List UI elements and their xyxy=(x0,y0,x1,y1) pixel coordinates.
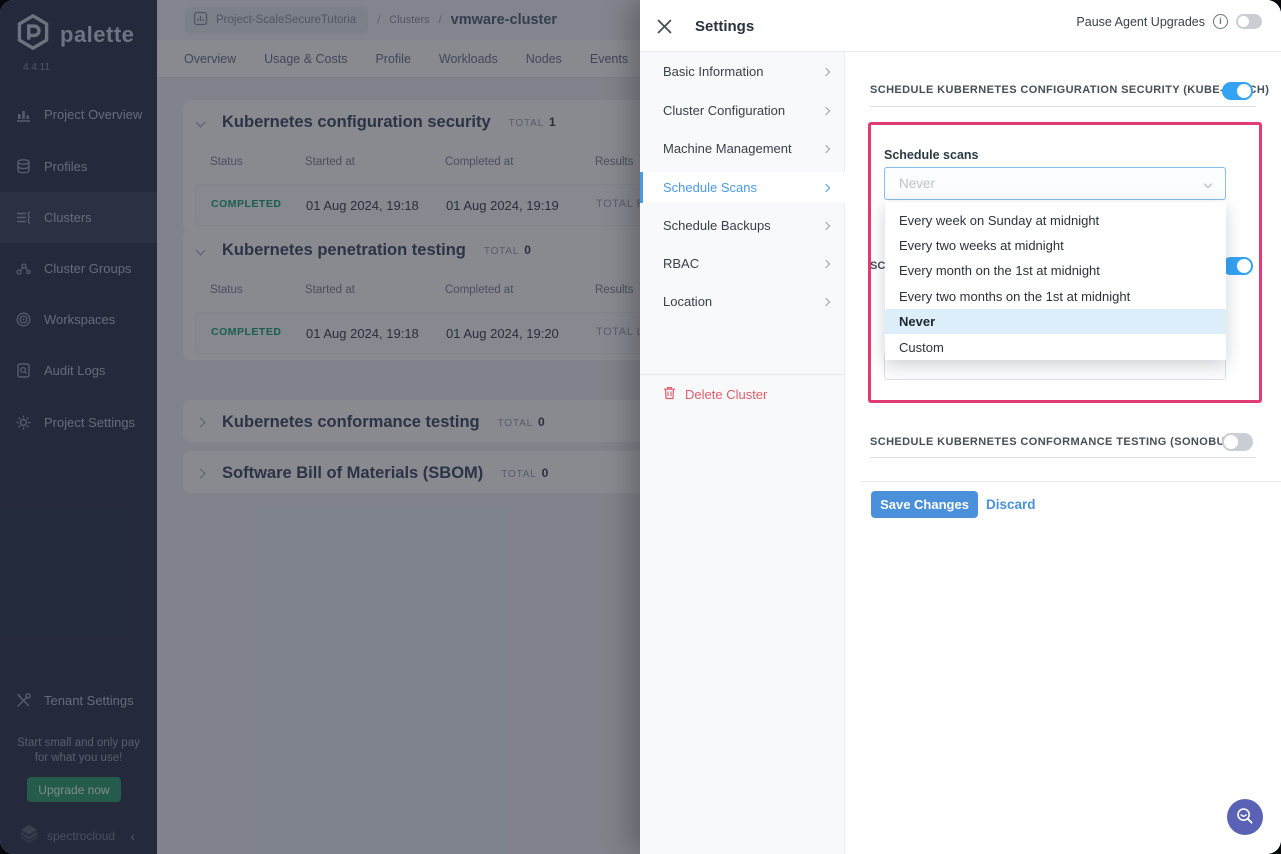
chevron-right-icon xyxy=(822,67,830,75)
menu-item-schedule-backups[interactable]: Schedule Backups xyxy=(640,210,845,241)
magnifier-smile-icon xyxy=(1235,806,1255,829)
kube-bench-toggle[interactable] xyxy=(1222,82,1253,100)
menu-divider xyxy=(640,374,845,375)
kube-bench-label: SCHEDULE KUBERNETES CONFIGURATION SECURI… xyxy=(870,84,1269,96)
feedback-search-button[interactable] xyxy=(1227,799,1263,835)
menu-item-schedule-scans[interactable]: Schedule Scans xyxy=(640,172,845,203)
settings-header: Settings Pause Agent Upgrades i xyxy=(640,0,1281,52)
option-never[interactable]: Never xyxy=(885,309,1226,334)
option-every-two-weeks[interactable]: Every two weeks at midnight xyxy=(885,233,1226,258)
option-every-two-months[interactable]: Every two months on the 1st at midnight xyxy=(885,284,1226,309)
pause-agent-upgrades: Pause Agent Upgrades i xyxy=(1076,14,1262,29)
divider xyxy=(870,106,1256,107)
close-icon[interactable] xyxy=(656,18,673,35)
menu-item-rbac[interactable]: RBAC xyxy=(640,248,845,279)
app-window: palette 4.4.11 Project Overview Profiles… xyxy=(0,0,1281,854)
chevron-right-icon xyxy=(822,183,830,191)
chevron-right-icon xyxy=(822,297,830,305)
menu-item-cluster-configuration[interactable]: Cluster Configuration xyxy=(640,95,845,126)
delete-cluster-button[interactable]: Delete Cluster xyxy=(663,386,767,403)
save-changes-button[interactable]: Save Changes xyxy=(871,491,978,518)
discard-link[interactable]: Discard xyxy=(986,497,1036,512)
footer-divider xyxy=(860,481,1281,482)
modal-overlay[interactable] xyxy=(0,0,641,854)
sonobuoy-label: SCHEDULE KUBERNETES CONFORMANCE TESTING … xyxy=(870,436,1246,448)
settings-menu: Basic Information Cluster Configuration … xyxy=(640,52,845,854)
settings-panel: Settings Pause Agent Upgrades i Basic In… xyxy=(640,0,1281,854)
option-every-week[interactable]: Every week on Sunday at midnight xyxy=(885,208,1226,233)
app-background: palette 4.4.11 Project Overview Profiles… xyxy=(0,0,641,854)
trash-icon xyxy=(663,386,676,403)
settings-title: Settings xyxy=(695,18,754,35)
chevron-right-icon xyxy=(822,144,830,152)
chevron-right-icon xyxy=(822,106,830,114)
pause-agent-upgrades-label: Pause Agent Upgrades xyxy=(1076,15,1205,29)
divider xyxy=(870,457,1256,458)
sonobuoy-toggle[interactable] xyxy=(1222,433,1253,451)
option-custom[interactable]: Custom xyxy=(885,335,1226,360)
pause-agent-upgrades-toggle[interactable] xyxy=(1236,14,1262,29)
menu-item-machine-management[interactable]: Machine Management xyxy=(640,133,845,164)
option-every-month[interactable]: Every month on the 1st at midnight xyxy=(885,258,1226,283)
menu-item-basic-information[interactable]: Basic Information xyxy=(640,56,845,87)
chevron-right-icon xyxy=(822,259,830,267)
schedule-scans-dropdown: Every week on Sunday at midnight Every t… xyxy=(885,202,1226,360)
menu-item-location[interactable]: Location xyxy=(640,286,845,317)
chevron-right-icon xyxy=(822,221,830,229)
info-icon[interactable]: i xyxy=(1213,14,1228,29)
